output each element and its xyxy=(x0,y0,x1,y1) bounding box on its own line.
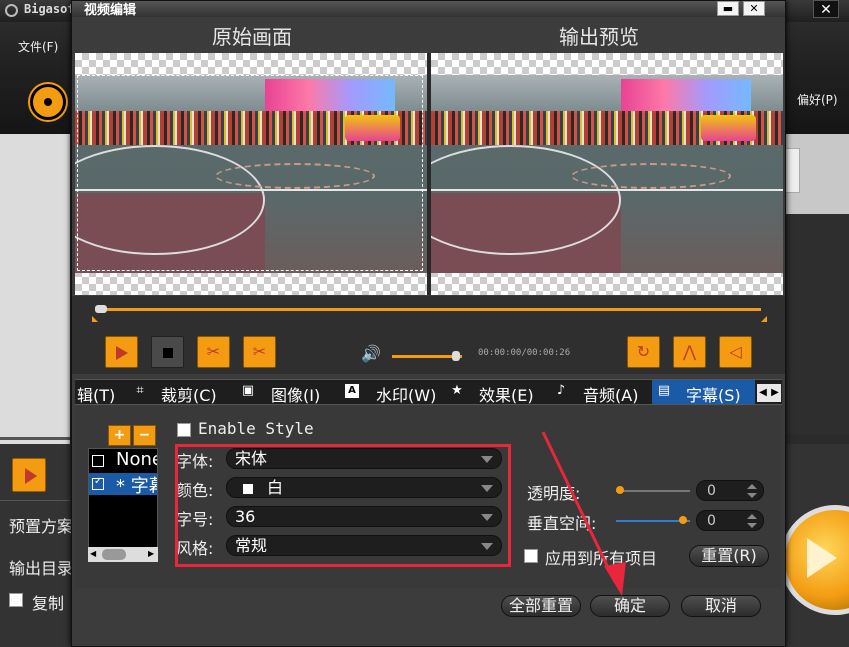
opacity-spinbox[interactable]: 0 xyxy=(696,480,764,501)
highlight-annotation-box xyxy=(175,444,511,567)
tab-crop[interactable]: 裁剪(C) xyxy=(161,382,217,404)
app-logo-icon xyxy=(5,4,18,17)
dialog-titlebar xyxy=(72,1,785,17)
subtitle-list-item[interactable]: None xyxy=(89,450,157,472)
flip-horizontal-button[interactable]: ◁ xyxy=(719,336,752,368)
add-subtitle-button[interactable]: + xyxy=(108,425,131,446)
opacity-slider[interactable] xyxy=(616,490,690,492)
subtitle-item-checkbox[interactable] xyxy=(92,476,104,490)
decrement-icon[interactable] xyxy=(747,493,757,498)
subtitle-list-scrollbar[interactable]: ◀ ▶ xyxy=(88,547,158,562)
increment-icon[interactable] xyxy=(747,514,757,519)
preset-label: 预置方案 xyxy=(9,517,74,536)
cut-button[interactable]: ✂ xyxy=(197,336,230,368)
vertical-space-label: 垂直空间: xyxy=(527,514,597,533)
scroll-left-icon[interactable]: ◀ xyxy=(90,549,96,558)
tab-audio[interactable]: 音频(A) xyxy=(583,382,638,404)
trim-end-marker[interactable] xyxy=(761,316,767,322)
opacity-value: 0 xyxy=(707,483,716,499)
video-edit-dialog: 视频编辑 ▬ ✕ 原始画面 输出预览 ✂ ✂ 🔊 00:00:00/00:00:… xyxy=(71,0,786,647)
split-button[interactable]: ✂ xyxy=(243,336,276,368)
ok-button[interactable]: 确定 xyxy=(590,595,670,617)
crop-icon: ⌗ xyxy=(136,383,144,398)
tab-image[interactable]: 图像(I) xyxy=(271,382,320,404)
tab-edit[interactable]: 辑(T) xyxy=(77,382,115,404)
enable-style-label: Enable Style xyxy=(198,419,314,438)
original-video-view[interactable] xyxy=(75,53,427,295)
tab-subtitle[interactable]: 字幕(S) xyxy=(686,382,741,404)
tab-effects[interactable]: 效果(E) xyxy=(479,382,534,404)
subtitle-item-checkbox[interactable] xyxy=(92,455,104,467)
subtitle-item-label: None xyxy=(116,450,157,470)
crop-selection-box[interactable] xyxy=(77,75,423,271)
dialog-minimize-button[interactable]: ▬ xyxy=(717,1,739,16)
stop-icon xyxy=(162,347,173,358)
apply-all-checkbox[interactable] xyxy=(524,549,538,563)
play-icon xyxy=(115,345,128,360)
vertical-space-spinbox[interactable]: 0 xyxy=(696,510,764,531)
cancel-button[interactable]: 取消 xyxy=(681,595,761,617)
edit-tab-bar: 辑(T) ⌗ 裁剪(C) ▣ 图像(I) A 水印(W) ★ 效果(E) ♪ 音… xyxy=(75,379,782,405)
subtitle-list: None * 字幕 xyxy=(88,448,158,562)
opacity-knob[interactable] xyxy=(616,486,624,494)
dialog-close-button[interactable]: ✕ xyxy=(743,1,765,16)
copy-label: 复制 xyxy=(32,594,65,613)
tab-scroll-right-button[interactable]: ▶ xyxy=(769,384,781,402)
screen: Bigasoft ✕ 文件(F) 偏好(P) 预置方案 输出目录 复制 视频编辑… xyxy=(0,0,849,647)
preview-video-view xyxy=(431,53,783,295)
subtitle-icon: ▤ xyxy=(657,383,671,398)
timeline-playhead[interactable] xyxy=(95,305,107,313)
dialog-title: 视频编辑 xyxy=(84,3,137,18)
scrollbar-thumb[interactable] xyxy=(102,549,126,560)
reset-button[interactable]: 重置(R) xyxy=(689,545,769,567)
play-button[interactable] xyxy=(105,336,138,368)
subtitle-item-label: * 字幕 xyxy=(116,476,157,495)
volume-knob[interactable] xyxy=(452,351,461,361)
vertical-space-fill xyxy=(616,520,683,522)
rotate-button[interactable]: ↻ xyxy=(627,336,660,368)
enable-style-checkbox[interactable] xyxy=(177,423,191,437)
watermark-icon: A xyxy=(345,384,359,398)
menu-file[interactable]: 文件(F) xyxy=(18,38,58,55)
timecode: 00:00:00/00:00:26 xyxy=(478,348,571,358)
film-reel-icon[interactable] xyxy=(30,84,66,120)
decrement-icon[interactable] xyxy=(747,523,757,528)
timeline-track[interactable] xyxy=(96,308,761,311)
increment-icon[interactable] xyxy=(747,484,757,489)
tab-watermark[interactable]: 水印(W) xyxy=(376,382,436,404)
divider xyxy=(0,500,70,501)
video-frame xyxy=(431,75,783,273)
trim-start-marker[interactable] xyxy=(92,316,98,322)
split-scissors-icon: ✂ xyxy=(252,342,267,361)
volume-icon[interactable]: 🔊 xyxy=(361,344,381,363)
opacity-label: 透明度: xyxy=(527,484,581,503)
reset-all-button[interactable]: 全部重置 xyxy=(501,595,581,617)
original-pane-title: 原始画面 xyxy=(212,25,292,49)
preferences-button[interactable]: 偏好(P) xyxy=(797,91,838,108)
main-progress-slider[interactable] xyxy=(0,437,70,440)
file-list-panel xyxy=(0,134,70,444)
copy-checkbox[interactable] xyxy=(9,593,23,607)
music-icon: ♪ xyxy=(556,383,566,398)
main-play-button[interactable] xyxy=(12,458,46,492)
scissors-icon: ✂ xyxy=(206,342,221,361)
main-close-button[interactable]: ✕ xyxy=(813,0,839,18)
image-icon: ▣ xyxy=(241,383,255,398)
remove-subtitle-button[interactable]: − xyxy=(133,425,156,446)
flip-horizontal-icon: ◁ xyxy=(729,342,742,361)
stop-button[interactable] xyxy=(151,336,184,368)
scroll-right-icon[interactable]: ▶ xyxy=(148,549,154,558)
vertical-space-value: 0 xyxy=(707,513,716,529)
rotate-icon: ↻ xyxy=(636,342,651,361)
vertical-space-knob[interactable] xyxy=(678,516,687,524)
tab-scroll-left-button[interactable]: ◀ xyxy=(757,384,769,402)
flip-vertical-button[interactable]: ⋀ xyxy=(673,336,706,368)
apply-all-label: 应用到所有项目 xyxy=(545,549,658,568)
subtitle-list-item[interactable]: * 字幕 xyxy=(89,473,157,495)
flip-vertical-icon: ⋀ xyxy=(682,342,697,361)
preview-pane-title: 输出预览 xyxy=(559,25,639,49)
star-icon: ★ xyxy=(451,383,463,398)
output-dir-label: 输出目录 xyxy=(9,559,74,578)
